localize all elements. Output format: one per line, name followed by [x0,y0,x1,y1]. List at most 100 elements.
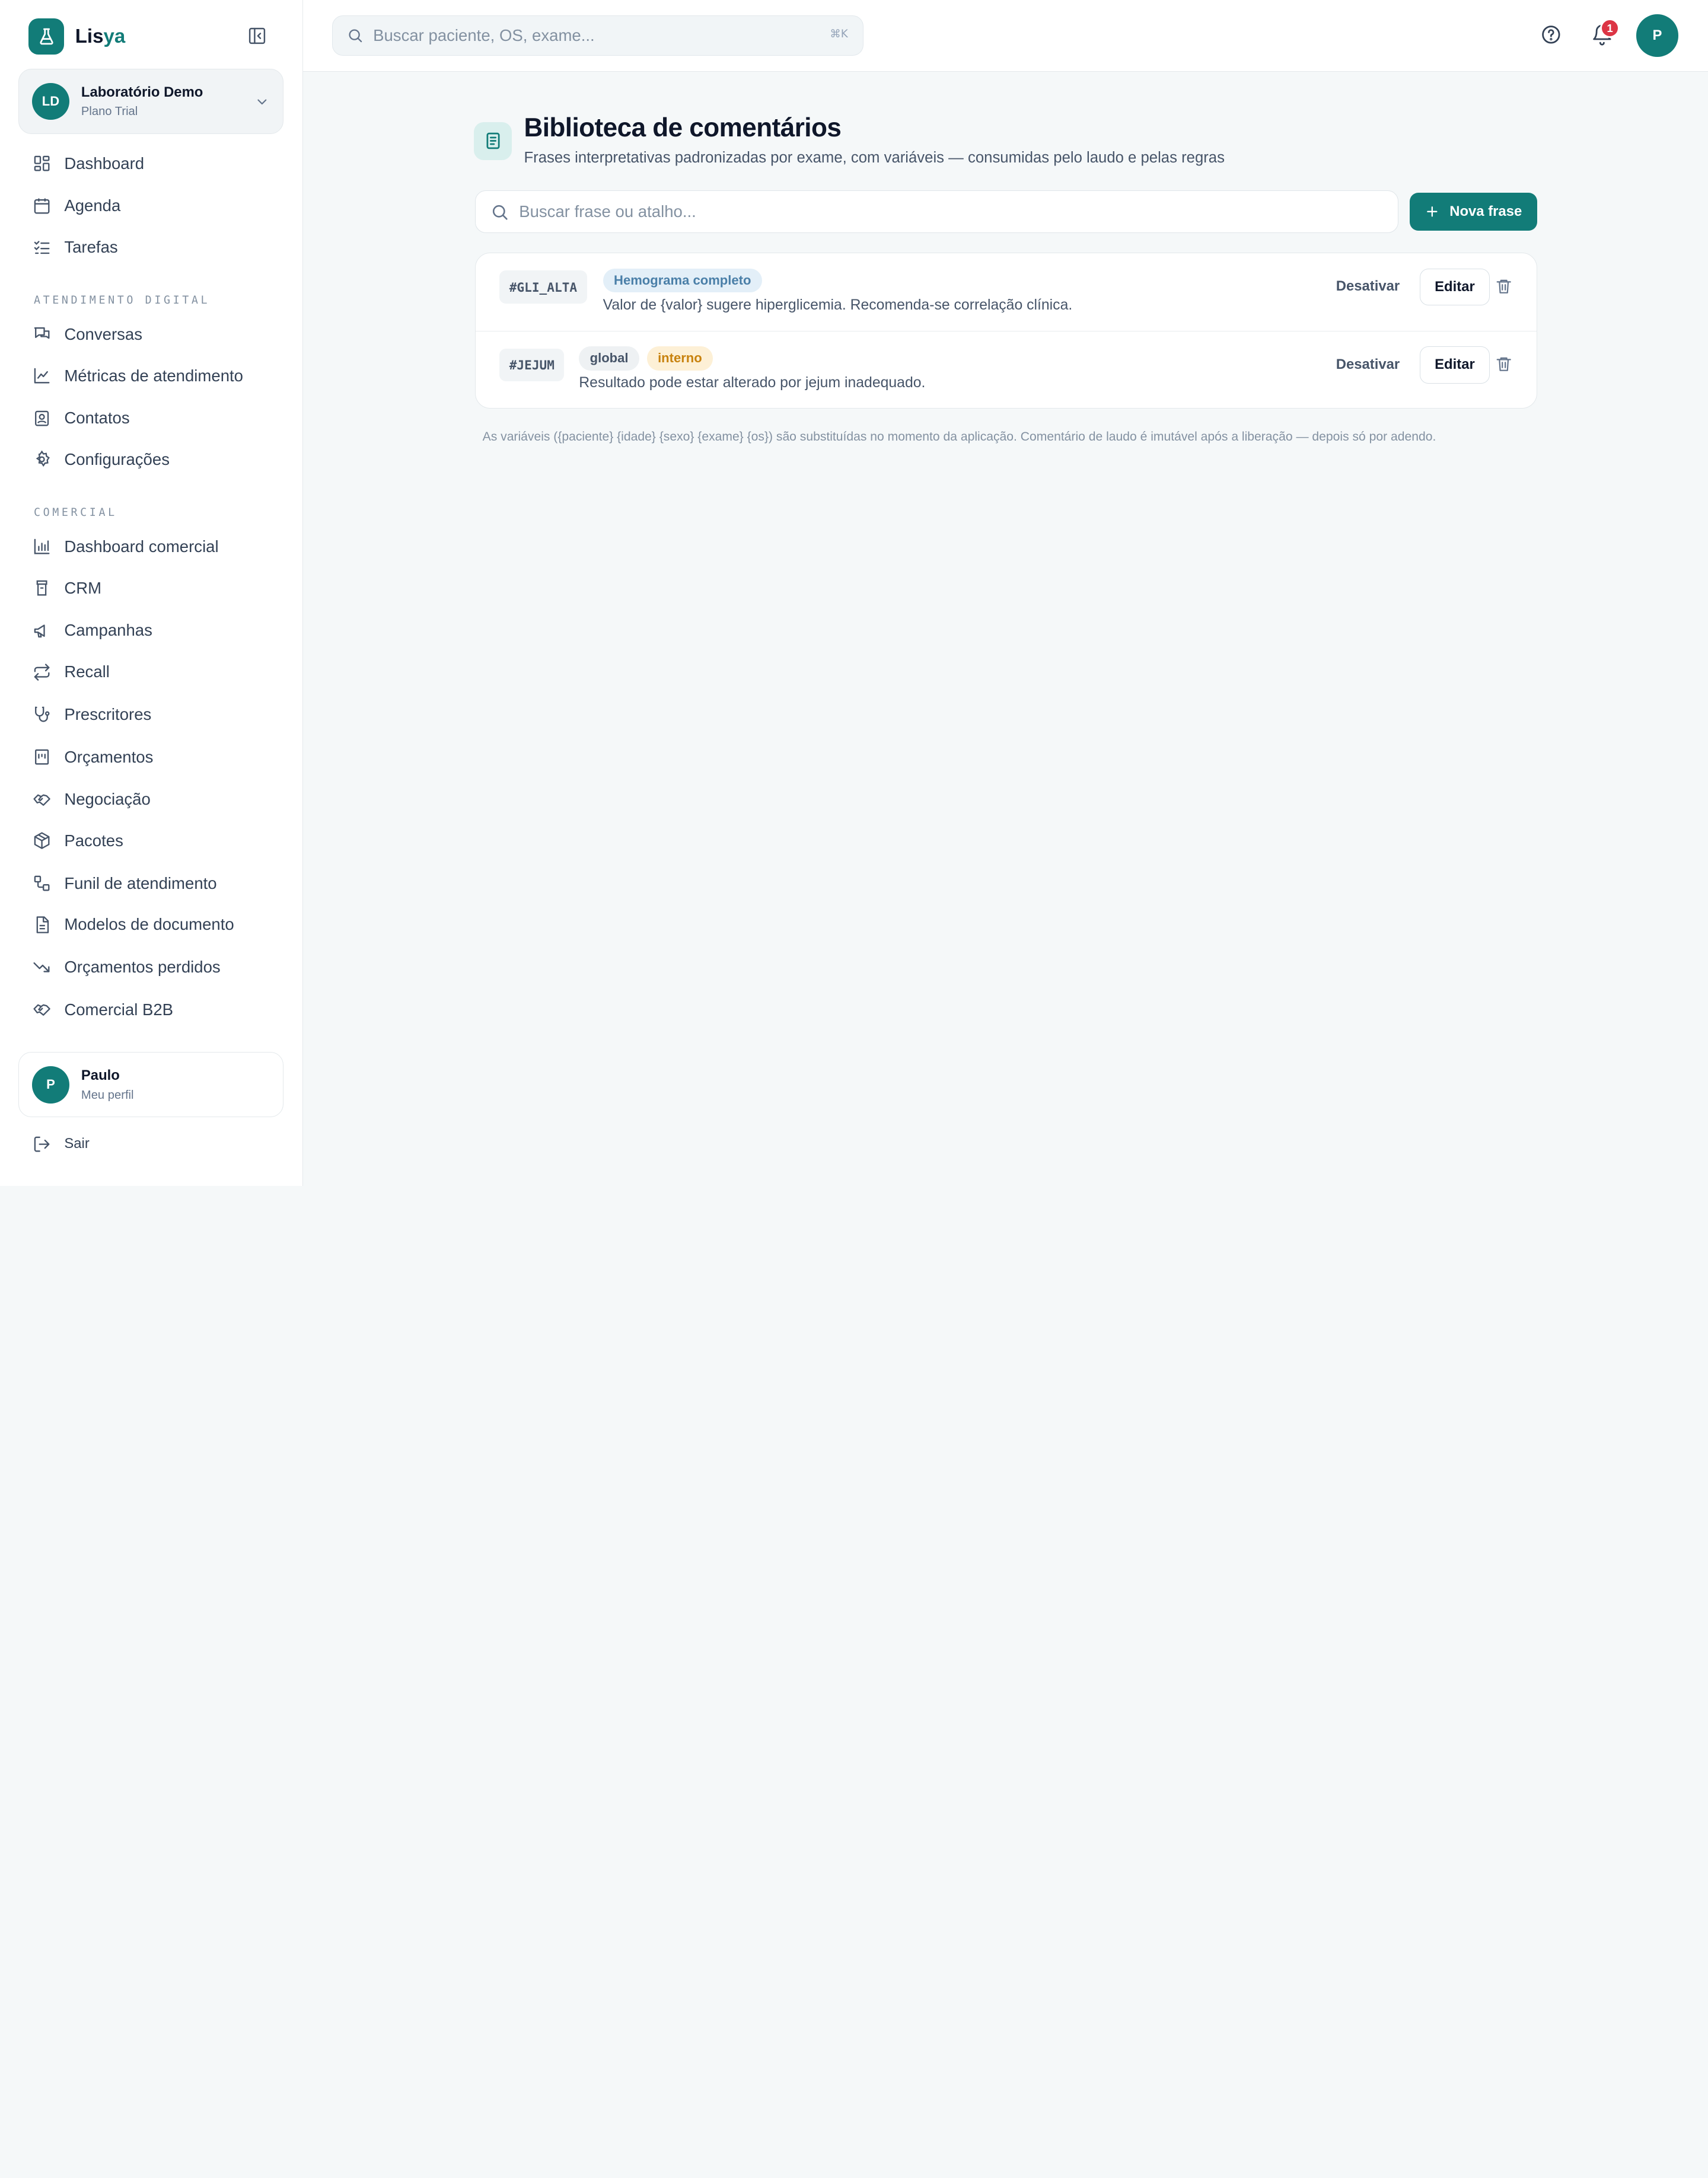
phrase-search-input[interactable] [519,202,1369,222]
nav-label: Tarefas [64,237,118,256]
nav-label: Contatos [64,409,130,428]
nav-label: Orçamentos perdidos [64,957,221,976]
main-content: ⌘K 1 P Biblioteca de comentários Frases … [302,0,1708,1186]
dashboard-icon [34,155,50,171]
handshake-icon [33,794,50,806]
megaphone-icon [34,624,45,638]
search-icon [349,29,362,43]
nav-item-metricas[interactable]: Métricas de atendimento [33,363,243,387]
chat-icon [34,327,50,339]
topbar: ⌘K 1 P [302,0,1708,72]
shortcut-hint: ⌘K [830,27,848,40]
nav-item-orcamentos-perdidos[interactable]: Orçamentos perdidos [33,955,221,979]
help-icon[interactable] [1540,24,1562,46]
workflow-icon [34,875,50,891]
checklist-icon [34,241,50,254]
nav-item-orcamentos[interactable]: Orçamentos [33,745,153,768]
org-avatar: LD [32,82,69,120]
list-item: #GLI_ALTA Hemograma completo Valor de {v… [476,253,1537,330]
nav-label: Dashboard comercial [64,537,219,556]
phrase-shortcut: #GLI_ALTA [499,270,587,304]
trash-icon[interactable] [1495,278,1512,295]
nav-item-configuracoes[interactable]: Configurações [33,448,170,471]
new-phrase-button[interactable]: Nova frase [1409,193,1537,231]
brand-name: Lisya [75,25,126,47]
contact-icon [35,410,49,426]
nav-item-tarefas[interactable]: Tarefas [33,235,118,259]
logout-button[interactable]: Sair [33,1135,90,1153]
gear-icon [36,450,50,467]
phrase-list: #GLI_ALTA Hemograma completo Valor de {v… [474,253,1537,409]
calendar-icon [34,198,50,214]
variables-footnote: As variáveis ({paciente} {idade} {sexo} … [482,430,1436,444]
nav-item-recall[interactable]: Recall [33,660,110,684]
handshake-icon [33,1004,50,1016]
nav-label: Comercial B2B [64,1000,174,1019]
avatar: P [32,1066,69,1104]
logout-label: Sair [64,1136,90,1152]
nav-label: Negociação [64,790,151,809]
nav-item-agenda[interactable]: Agenda [33,194,120,218]
nav-item-funil[interactable]: Funil de atendimento [33,871,217,895]
nav-item-campanhas[interactable]: Campanhas [33,618,152,642]
nav-label: Recall [64,662,110,681]
collapse-sidebar-icon[interactable] [247,26,267,46]
profile-card[interactable]: P Paulo Meu perfil [18,1052,283,1118]
user-avatar[interactable]: P [1636,14,1679,57]
brand[interactable]: Lisya [28,18,125,55]
phrase-shortcut: #JEJUM [499,348,565,381]
nav-item-conversas[interactable]: Conversas [33,323,142,346]
org-name: Laboratório Demo [81,84,203,100]
nav-item-prescritores[interactable]: Prescritores [33,703,151,726]
nav-label: Prescritores [64,704,152,723]
tag-group: Hemograma completo [603,268,762,293]
nav-item-crm[interactable]: CRM [33,576,101,600]
notebook-icon [473,122,512,160]
nav-item-contatos[interactable]: Contatos [33,406,130,430]
scope-tag: global [579,346,639,371]
nav-label: Modelos de documento [64,915,234,934]
plus-icon [1427,206,1438,217]
crm-icon [36,580,47,596]
deactivate-button[interactable]: Desativar [1336,356,1400,373]
nav-label: CRM [64,578,102,597]
phrase-text: Resultado pode estar alterado por jejum … [579,374,926,391]
page-title: Biblioteca de comentários [524,113,842,143]
trash-icon[interactable] [1495,355,1512,372]
phrase-search[interactable] [474,190,1399,234]
nav-item-pacotes[interactable]: Pacotes [33,829,123,853]
nav-label: Orçamentos [64,747,154,766]
org-plan: Plano Trial [81,104,138,118]
line-chart-icon [34,368,50,384]
nav-label: Configurações [64,450,170,469]
nav-item-dashboard[interactable]: Dashboard [33,151,144,175]
nav-label: Agenda [64,196,121,215]
search-icon [493,205,508,220]
exam-tag: Hemograma completo [603,268,762,293]
nav-label: Pacotes [64,831,123,850]
page-header: Biblioteca de comentários Frases interpr… [473,113,1225,167]
bar-chart-icon [34,539,50,554]
sidebar: Lisya LD Laboratório Demo Plano Trial Da… [0,0,303,1187]
org-switcher[interactable]: LD Laboratório Demo Plano Trial [18,68,283,134]
flask-logo-icon [28,18,65,55]
document-icon [36,916,49,933]
nav-label: Conversas [64,324,143,343]
nav-item-comercial-b2b[interactable]: Comercial B2B [33,997,173,1021]
deactivate-button[interactable]: Desativar [1336,278,1400,295]
edit-button[interactable]: Editar [1420,268,1490,306]
nav-item-negociacao[interactable]: Negociação [33,787,151,811]
edit-button[interactable]: Editar [1420,346,1490,384]
nav-item-dashboard-comercial[interactable]: Dashboard comercial [33,535,219,559]
nav-label: Funil de atendimento [64,873,217,892]
profile-subtitle: Meu perfil [81,1088,134,1102]
section-title-digital: ATENDIMENTO DIGITAL [33,294,211,307]
nav-item-modelos[interactable]: Modelos de documento [33,913,234,936]
page-subtitle: Frases interpretativas padronizadas por … [524,149,1225,167]
repeat-icon [34,664,50,681]
global-search-input[interactable] [373,25,809,45]
global-search[interactable]: ⌘K [332,15,864,56]
visibility-tag: interno [646,346,713,371]
package-icon [34,832,50,850]
nav-label: Campanhas [64,621,152,640]
